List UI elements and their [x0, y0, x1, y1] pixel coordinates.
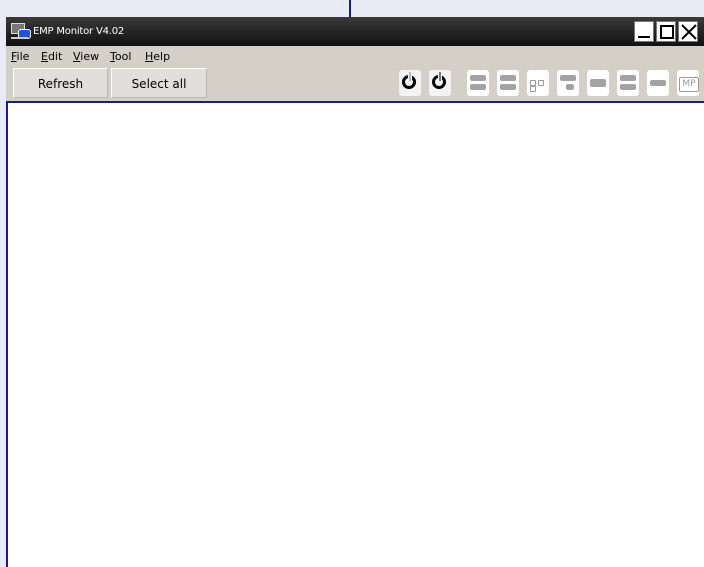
- app-window: EMP Monitor V4.02 File Edit View Tool He…: [6, 17, 704, 567]
- menu-tool[interactable]: Tool: [110, 50, 131, 63]
- menu-bar: File Edit View Tool Help: [6, 46, 704, 66]
- close-icon: [681, 24, 697, 40]
- close-button[interactable]: [678, 21, 698, 42]
- maximize-button[interactable]: [656, 21, 676, 42]
- select-all-button[interactable]: Select all: [111, 68, 207, 98]
- page: EMP Monitor V4.02 File Edit View Tool He…: [0, 0, 704, 567]
- titlebar: EMP Monitor V4.02: [6, 17, 704, 46]
- menu-view[interactable]: View: [73, 50, 99, 63]
- component-input-icon[interactable]: [587, 70, 609, 96]
- projector-list-area[interactable]: [6, 101, 704, 567]
- toolbar: Refresh Select all MP: [6, 66, 704, 98]
- svideo-input-icon[interactable]: [557, 70, 579, 96]
- menu-help[interactable]: Help: [145, 50, 170, 63]
- menu-edit[interactable]: Edit: [41, 50, 62, 63]
- refresh-button[interactable]: Refresh: [13, 68, 108, 98]
- video-input-icon[interactable]: [527, 70, 549, 96]
- computer-1-input-icon[interactable]: [467, 70, 489, 96]
- power-on-icon[interactable]: [399, 70, 421, 96]
- computer-2-input-icon[interactable]: [497, 70, 519, 96]
- dvi-input-icon[interactable]: [617, 70, 639, 96]
- mp-input-icon[interactable]: MP: [677, 70, 699, 96]
- hdmi-input-icon[interactable]: [647, 70, 669, 96]
- power-off-icon[interactable]: [429, 70, 451, 96]
- minimize-button[interactable]: [634, 21, 654, 42]
- menu-file[interactable]: File: [11, 50, 29, 63]
- window-title: EMP Monitor V4.02: [33, 26, 125, 37]
- app-icon: [11, 23, 31, 39]
